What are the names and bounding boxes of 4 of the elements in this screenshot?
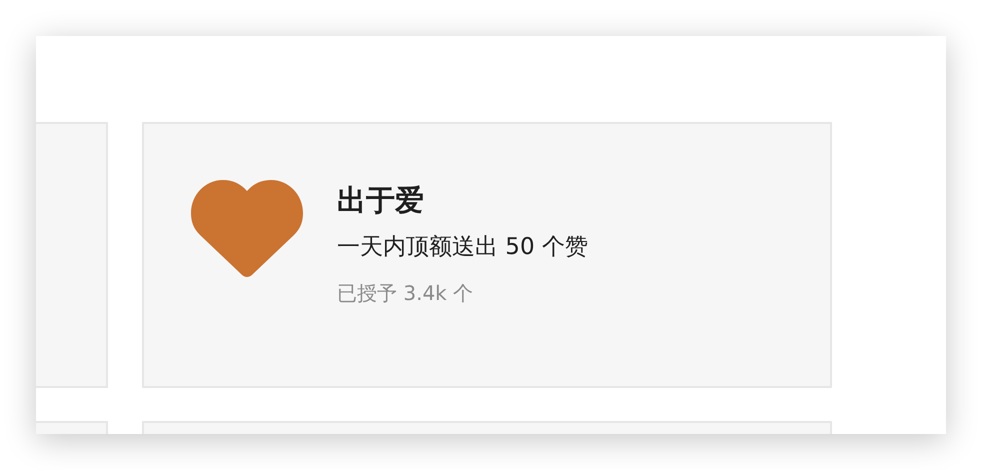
heart-icon	[191, 180, 303, 277]
badge-description: 一天内顶额送出 50 个赞	[337, 233, 588, 262]
badge-stat: 已授予 3.4k 个	[337, 280, 474, 307]
badge-title: 出于爱	[337, 182, 425, 218]
